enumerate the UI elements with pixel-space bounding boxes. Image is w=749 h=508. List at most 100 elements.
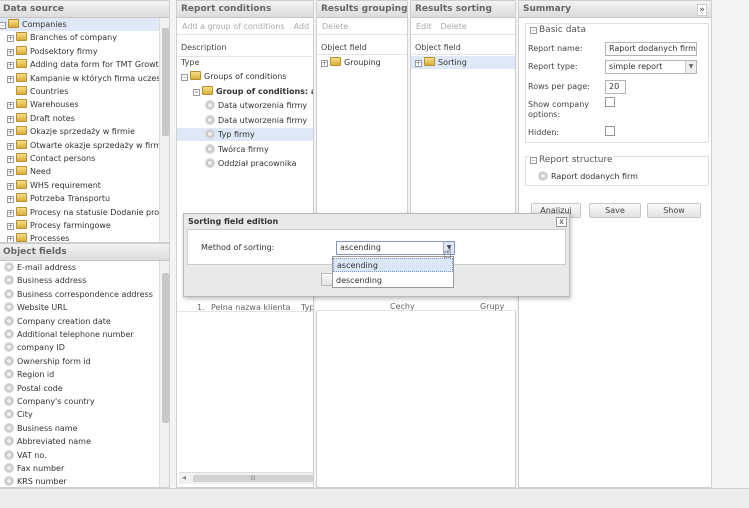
object-field-item[interactable]: Website URL bbox=[0, 301, 159, 314]
grouping-item[interactable]: + Grouping bbox=[321, 56, 407, 69]
expand-icon[interactable]: + bbox=[7, 156, 14, 163]
option-ascending[interactable]: ascending bbox=[333, 258, 453, 272]
object-field-item[interactable]: Fax number bbox=[0, 462, 159, 475]
data-source-item[interactable]: + Potrzeba Transportu bbox=[0, 192, 159, 205]
expand-icon[interactable]: + bbox=[7, 129, 14, 137]
save-button[interactable]: Save bbox=[589, 203, 641, 218]
object-field-item[interactable]: Company creation date bbox=[0, 315, 159, 328]
report-type-select[interactable]: simple report ▼ bbox=[605, 60, 697, 74]
expand-icon[interactable]: + bbox=[7, 142, 14, 150]
expand-icon[interactable]: + bbox=[7, 115, 14, 123]
scroll-thumb[interactable]: III bbox=[193, 475, 313, 482]
condition-tree-item[interactable]: Data utworzenia firmy bbox=[177, 114, 313, 127]
sorting-header: Object field bbox=[415, 43, 461, 52]
structure-item[interactable]: Raport dodanych firm bbox=[538, 171, 638, 181]
expand-icon[interactable]: + bbox=[7, 62, 14, 70]
report-type-label: Report type: bbox=[528, 62, 578, 71]
basic-data-legend[interactable]: – Basic data bbox=[530, 25, 586, 35]
grouping-delete-button[interactable]: Delete bbox=[322, 22, 348, 31]
data-source-item[interactable]: + Otwarte okazje sprzedaży w firmie bbox=[0, 139, 159, 152]
object-field-item[interactable]: VAT no. bbox=[0, 449, 159, 462]
data-source-item[interactable]: + Need bbox=[0, 165, 159, 178]
expand-icon[interactable]: + bbox=[7, 223, 14, 230]
sorting-item[interactable]: + Sorting bbox=[411, 56, 515, 69]
gear-icon bbox=[205, 114, 215, 125]
condition-tree-item[interactable]: Data utworzenia firmy bbox=[177, 99, 313, 112]
object-field-label: Business address bbox=[17, 276, 87, 286]
object-field-item[interactable]: Ownership form id bbox=[0, 355, 159, 368]
add-group-button[interactable]: Add a group of conditions bbox=[182, 22, 285, 31]
expand-icon[interactable]: + bbox=[7, 169, 14, 177]
collapse-icon[interactable]: » bbox=[697, 4, 707, 16]
expand-icon[interactable]: + bbox=[7, 209, 14, 217]
condition-tree-item[interactable]: Twórca firmy bbox=[177, 143, 313, 156]
data-source-item[interactable]: + Draft notes bbox=[0, 112, 159, 125]
object-field-label: Abbreviated name bbox=[17, 437, 91, 447]
collapse-icon[interactable]: – bbox=[181, 74, 188, 81]
object-field-item[interactable]: company ID bbox=[0, 341, 159, 354]
chevron-down-icon[interactable]: ▼ bbox=[685, 61, 696, 73]
object-field-item[interactable]: E-mail address bbox=[0, 261, 159, 274]
data-source-item[interactable]: + Warehouses bbox=[0, 98, 159, 111]
collapse-icon[interactable]: – bbox=[193, 88, 200, 96]
data-source-item[interactable]: + Podsektory firmy bbox=[0, 45, 159, 58]
sorting-delete-button[interactable]: Delete bbox=[441, 22, 467, 31]
expand-icon[interactable]: + bbox=[7, 75, 14, 83]
object-field-item[interactable]: KRS number bbox=[0, 475, 159, 487]
object-field-item[interactable]: Business address bbox=[0, 274, 159, 287]
sorting-edit-button[interactable]: Edit bbox=[416, 22, 432, 31]
collapse-icon[interactable]: – bbox=[0, 22, 6, 29]
data-source-scrollbar[interactable] bbox=[159, 18, 169, 242]
object-fields-panel: Object fields E-mail address Business add… bbox=[0, 243, 170, 488]
data-source-item[interactable]: + Adding data form for TMT Growth bbox=[0, 58, 159, 71]
report-structure-legend[interactable]: – Report structure bbox=[530, 155, 613, 165]
show-button[interactable]: Show bbox=[647, 203, 701, 218]
expand-icon[interactable]: + bbox=[7, 35, 14, 43]
object-field-item[interactable]: Abbreviated name bbox=[0, 435, 159, 448]
data-source-item[interactable]: Countries bbox=[0, 85, 159, 98]
condition-tree-item[interactable]: Oddział pracownika bbox=[177, 157, 313, 170]
data-source-item[interactable]: + Procesy farmingowe bbox=[0, 219, 159, 232]
object-field-item[interactable]: Region id bbox=[0, 368, 159, 381]
object-fields-scrollbar[interactable] bbox=[159, 261, 169, 487]
expand-icon[interactable]: + bbox=[415, 60, 422, 67]
data-source-item[interactable]: + Kampanie w których firma uczest bbox=[0, 72, 159, 85]
close-icon[interactable]: x bbox=[556, 217, 567, 227]
collapse-fieldset-icon[interactable]: – bbox=[530, 27, 537, 34]
object-field-item[interactable]: Business name bbox=[0, 422, 159, 435]
method-of-sorting-select[interactable]: ascending ▼ bbox=[336, 241, 455, 255]
collapse-structure-icon[interactable]: – bbox=[530, 157, 537, 164]
object-field-item[interactable]: Business correspondence address bbox=[0, 288, 159, 301]
data-source-item[interactable]: – Companies bbox=[0, 18, 159, 31]
horizontal-scrollbar[interactable]: ◂ III bbox=[179, 472, 313, 484]
condition-tree-item[interactable]: – Group of conditions: and bbox=[177, 85, 313, 98]
object-field-label: Fax number bbox=[17, 464, 65, 473]
object-field-label: Company creation date bbox=[17, 316, 111, 326]
expand-icon[interactable]: + bbox=[7, 48, 14, 56]
condition-tree-item[interactable]: – Groups of conditions bbox=[177, 70, 313, 83]
data-source-item[interactable]: + Okazje sprzedaży w firmie bbox=[0, 125, 159, 138]
show-company-checkbox[interactable] bbox=[605, 97, 615, 107]
object-field-item[interactable]: City bbox=[0, 408, 159, 421]
data-source-item[interactable]: + Contact persons bbox=[0, 152, 159, 165]
expand-icon[interactable]: + bbox=[321, 60, 328, 67]
report-name-input[interactable]: Raport dodanych firm bbox=[605, 42, 697, 56]
expand-icon[interactable]: + bbox=[7, 102, 14, 110]
data-source-item[interactable]: + Branches of company bbox=[0, 31, 159, 44]
object-field-item[interactable]: Company's country bbox=[0, 395, 159, 408]
expand-icon[interactable]: + bbox=[7, 196, 14, 204]
object-field-item[interactable]: Additional telephone number bbox=[0, 328, 159, 341]
expand-icon[interactable]: + bbox=[7, 182, 14, 190]
col-groups: Grupy bbox=[480, 302, 505, 311]
condition-tree-item[interactable]: Typ firmy bbox=[177, 128, 313, 141]
rows-per-page-input[interactable]: 20 bbox=[605, 80, 626, 94]
option-descending[interactable]: descending bbox=[333, 274, 453, 288]
scroll-left-icon[interactable]: ◂ bbox=[182, 473, 186, 482]
data-source-item[interactable]: + Processes bbox=[0, 232, 159, 242]
add-button[interactable]: Add bbox=[294, 22, 310, 31]
object-field-item[interactable]: Postal code bbox=[0, 382, 159, 395]
data-source-item[interactable]: + Procesy na statusie Dodanie proc bbox=[0, 206, 159, 219]
expand-icon[interactable]: + bbox=[7, 236, 14, 242]
hidden-checkbox[interactable] bbox=[605, 126, 615, 136]
data-source-item[interactable]: + WHS requirement bbox=[0, 179, 159, 192]
